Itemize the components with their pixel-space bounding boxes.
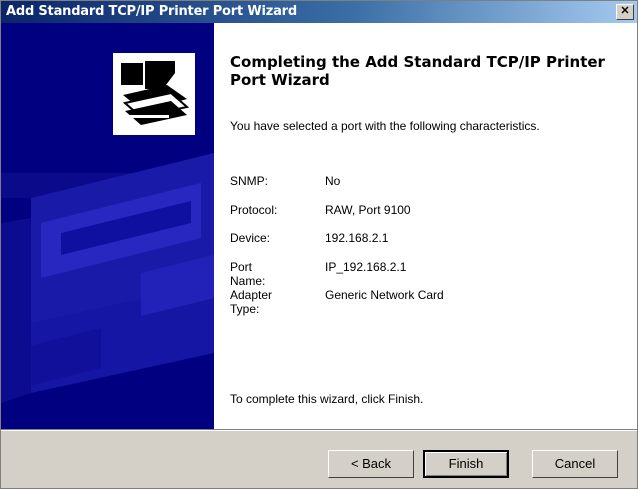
back-button[interactable]: < Back: [328, 450, 414, 478]
property-label: Adapter Type:: [230, 288, 273, 316]
property-value: No: [325, 174, 341, 188]
wizard-side-panel: [1, 23, 214, 429]
intro-text: You have selected a port with the follow…: [230, 119, 540, 133]
page-title: Completing the Add Standard TCP/IP Print…: [230, 53, 605, 89]
printer-wizard-icon: [113, 53, 195, 135]
property-value: Generic Network Card: [325, 288, 444, 302]
property-label: Port Name:: [230, 259, 266, 288]
property-label: SNMP:: [230, 174, 269, 188]
finish-button[interactable]: Finish: [423, 450, 509, 478]
close-button[interactable]: ✕: [616, 4, 634, 20]
property-label: Device:: [230, 231, 271, 245]
close-icon: ✕: [620, 5, 630, 17]
title-bar[interactable]: Add Standard TCP/IP Printer Port Wizard …: [1, 1, 637, 23]
property-label: Protocol:: [230, 202, 278, 217]
property-value: 192.168.2.1: [325, 231, 389, 245]
wizard-main: Completing the Add Standard TCP/IP Print…: [214, 23, 637, 429]
button-bar: < Back Finish Cancel: [1, 429, 637, 489]
wizard-window: Add Standard TCP/IP Printer Port Wizard …: [0, 0, 638, 489]
finish-instruction: To complete this wizard, click Finish.: [230, 392, 424, 406]
cancel-button[interactable]: Cancel: [532, 450, 618, 478]
property-value: RAW, Port 9100: [325, 202, 411, 217]
property-value: IP_192.168.2.1: [325, 259, 407, 274]
wizard-content: Completing the Add Standard TCP/IP Print…: [1, 23, 637, 429]
window-title: Add Standard TCP/IP Printer Port Wizard: [6, 4, 297, 19]
